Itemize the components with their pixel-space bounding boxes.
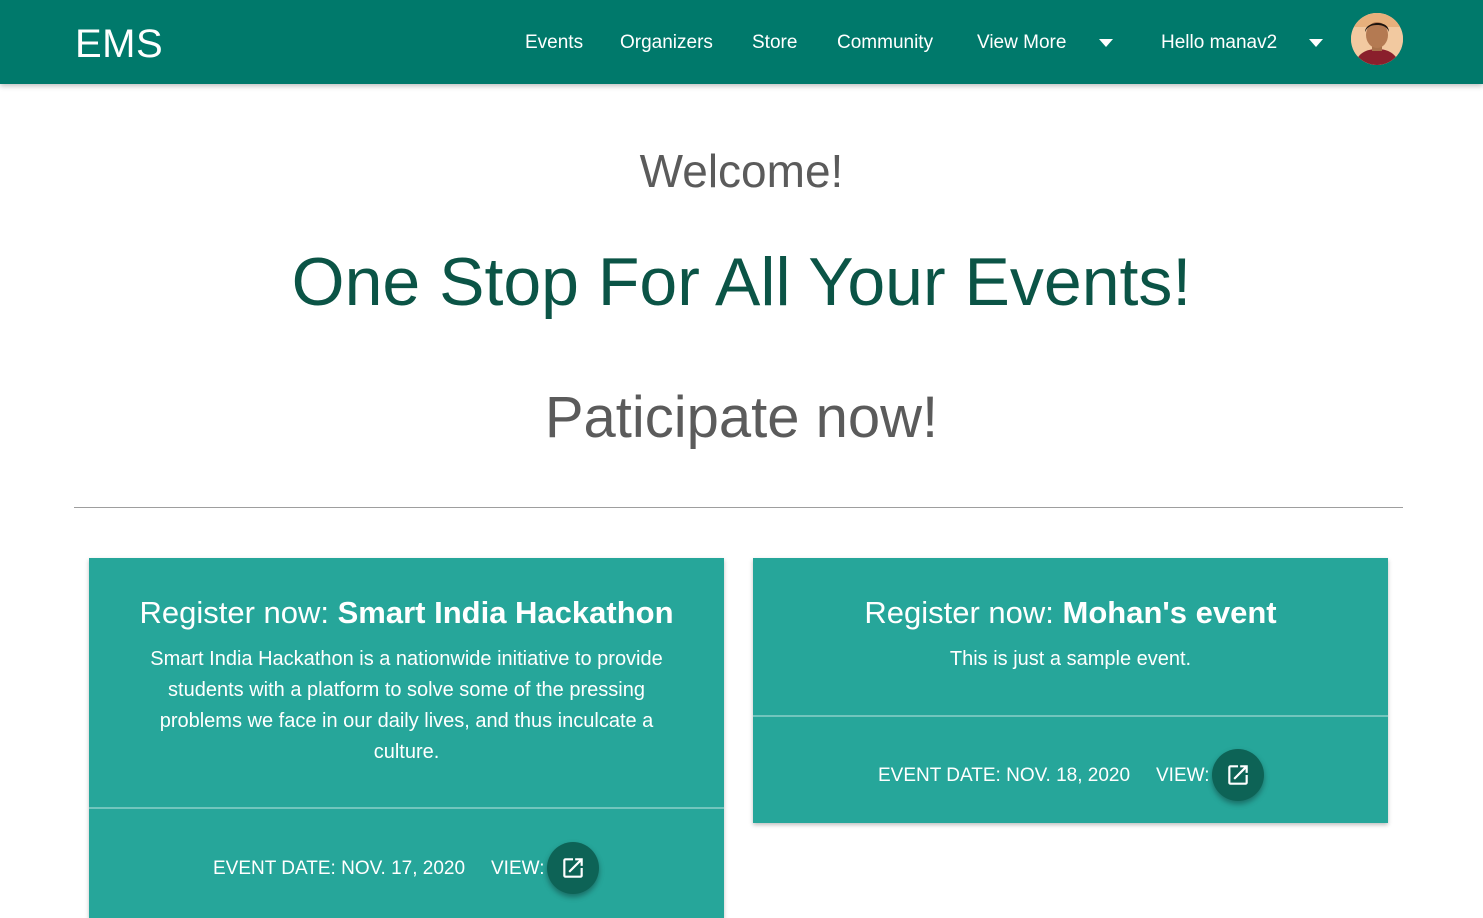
nav-link-organizers[interactable]: Organizers bbox=[620, 30, 713, 56]
event-date: EVENT DATE: NOV. 18, 2020 bbox=[878, 765, 1131, 786]
open-in-new-icon bbox=[563, 858, 583, 878]
event-card: Register now: Mohan's event This is just… bbox=[753, 558, 1388, 823]
card-separator bbox=[89, 807, 724, 809]
event-date: EVENT DATE: NOV. 17, 2020 bbox=[213, 858, 466, 879]
section-divider bbox=[74, 507, 1403, 508]
tagline-heading: One Stop For All Your Events! bbox=[291, 244, 1192, 320]
nav-link-view-more[interactable]: View More bbox=[977, 30, 1066, 56]
nav-link-events[interactable]: Events bbox=[525, 30, 583, 56]
user-avatar[interactable] bbox=[1351, 13, 1403, 65]
participate-heading: Paticipate now! bbox=[544, 385, 939, 450]
view-event-button[interactable] bbox=[1212, 749, 1264, 801]
open-in-new-icon bbox=[1228, 765, 1248, 785]
brand-logo[interactable]: EMS bbox=[75, 22, 163, 66]
event-card-title: Register now: Mohan's event bbox=[793, 594, 1348, 632]
card-separator bbox=[753, 715, 1388, 717]
view-label: VIEW: bbox=[491, 858, 545, 879]
event-card: Register now: Smart India Hackathon Smar… bbox=[89, 558, 724, 918]
event-card-content: Register now: Smart India Hackathon Smar… bbox=[89, 558, 724, 768]
event-description: Smart India Hackathon is a nationwide in… bbox=[150, 648, 663, 763]
user-greeting[interactable]: Hello manav2 bbox=[1161, 30, 1277, 56]
top-navbar: EMS Events Organizers Store Community Vi… bbox=[0, 0, 1483, 84]
event-card-action: EVENT DATE: NOV. 18, 2020 VIEW: bbox=[753, 746, 1388, 806]
avatar-image bbox=[1351, 13, 1403, 65]
event-description: This is just a sample event. bbox=[949, 648, 1192, 670]
event-name: Mohan's event bbox=[1062, 595, 1277, 630]
event-card-content: Register now: Mohan's event This is just… bbox=[753, 558, 1388, 675]
nav-link-store[interactable]: Store bbox=[752, 30, 797, 56]
event-card-title: Register now: Smart India Hackathon bbox=[129, 594, 684, 632]
event-card-action: EVENT DATE: NOV. 17, 2020 VIEW: bbox=[89, 839, 724, 899]
view-more-caret-down-icon[interactable] bbox=[1099, 39, 1113, 47]
user-menu-caret-down-icon[interactable] bbox=[1309, 39, 1323, 47]
event-name: Smart India Hackathon bbox=[337, 595, 674, 630]
view-event-button[interactable] bbox=[547, 842, 599, 894]
register-now-label: Register now: bbox=[864, 595, 1054, 630]
register-now-label: Register now: bbox=[139, 595, 329, 630]
welcome-heading: Welcome! bbox=[639, 145, 844, 197]
view-label: VIEW: bbox=[1156, 765, 1210, 786]
nav-link-community[interactable]: Community bbox=[837, 30, 933, 56]
